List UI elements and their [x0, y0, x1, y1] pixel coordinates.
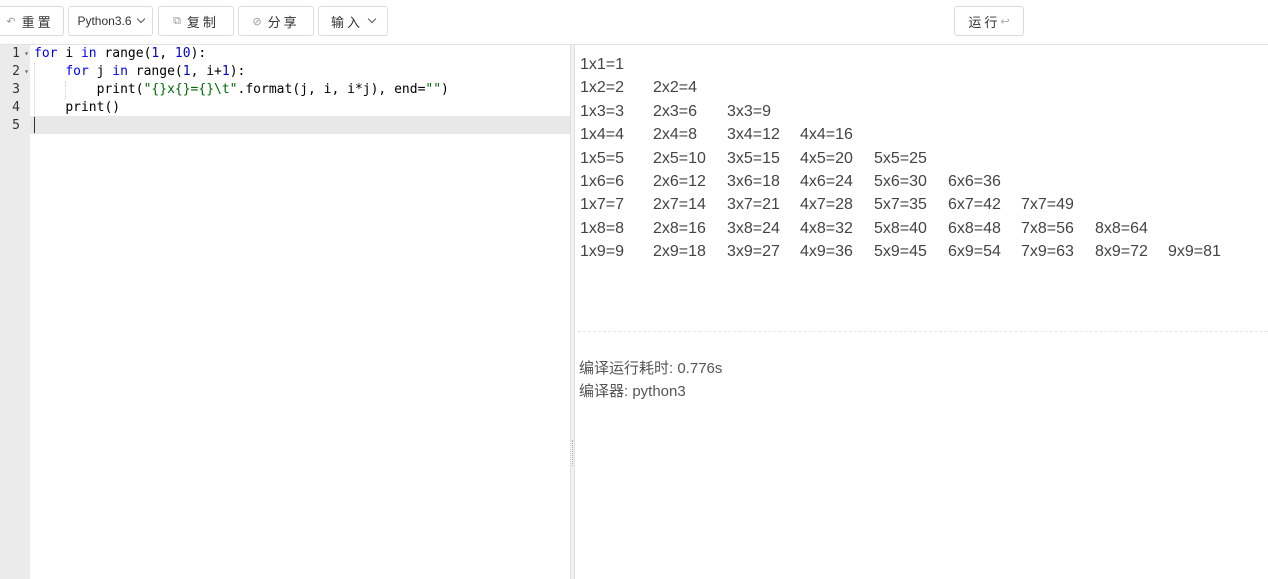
chevron-down-icon — [367, 14, 377, 24]
output-cell: 1x9=9 — [580, 243, 625, 261]
pane-splitter[interactable] — [570, 45, 575, 579]
output-cell: 6x6=36 — [948, 173, 1001, 190]
output-cell: 4x4=16 — [800, 126, 853, 144]
input-button[interactable]: 输入 — [318, 6, 388, 36]
output-cell: 2x6=12 — [653, 173, 706, 190]
output-cell: 3x4=12 — [727, 126, 780, 144]
output-cell: 4x5=20 — [800, 149, 853, 167]
output-line: 1x1=1 — [580, 53, 1260, 76]
output-cell: 3x6=18 — [727, 173, 780, 190]
copy-button[interactable]: ⧉ 复制 — [158, 6, 234, 36]
output-cell: 4x7=28 — [800, 196, 853, 214]
copy-icon: ⧉ — [173, 14, 181, 27]
line-number: 1 ▾ — [12, 45, 29, 63]
language-select[interactable]: Python3.6 — [68, 6, 153, 36]
code-line[interactable] — [34, 117, 570, 135]
undo-icon: ↶ — [6, 15, 16, 28]
line-number-gutter: 1 ▾ 2 ▾ 3 4 5 — [0, 45, 30, 579]
return-arrow-icon: ↩ — [1000, 15, 1010, 28]
output-cell: 2x8=16 — [653, 219, 706, 237]
splitter-grip-icon[interactable] — [572, 440, 575, 466]
output-cell: 2x2=4 — [653, 79, 698, 97]
output-line: 1x2=2 2x2=4 — [580, 76, 1260, 99]
output-line: 1x7=7 2x7=14 3x7=21 4x7=28 5x7=35 6x7=42 7x7=4… — [580, 193, 1260, 216]
compiler-info: 编译器: python3 — [579, 383, 686, 400]
output-cell: 3x5=15 — [727, 149, 780, 167]
output-line: 1x4=4 2x4=8 3x4=12 4x4=16 — [580, 123, 1260, 146]
output-cell: 3x7=21 — [727, 196, 780, 214]
output-cell: 6x7=42 — [948, 196, 1001, 214]
output-divider — [578, 331, 1268, 332]
output-cell: 2x5=10 — [653, 149, 706, 167]
output-cell: 2x3=6 — [653, 102, 698, 120]
output-cell: 1x4=4 — [580, 126, 625, 144]
line-number: 3 — [12, 82, 20, 97]
output-cell: 4x8=32 — [800, 219, 853, 237]
output-cell: 3x8=24 — [727, 219, 780, 237]
elapsed-time: 编译运行耗时: 0.776s — [579, 360, 723, 377]
output-cell: 2x4=8 — [653, 126, 698, 144]
output-line: 1x6=6 2x6=12 3x6=18 4x6=24 5x6=30 6x6=36 — [580, 170, 1260, 193]
code-line[interactable]: print("{}x{}={}\t".format(j, i, i*j), en… — [34, 81, 570, 99]
line-number: 2 ▾ — [12, 63, 29, 81]
output-cell: 4x6=24 — [800, 173, 853, 190]
output-cell: 1x5=5 — [580, 149, 625, 167]
output-cell: 5x8=40 — [874, 219, 927, 237]
output-cell: 1x3=3 — [580, 102, 625, 120]
output-cell: 5x5=25 — [874, 149, 927, 167]
output-cell: 4x9=36 — [800, 243, 853, 261]
fold-arrow-icon[interactable]: ▾ — [24, 63, 29, 81]
language-select-value: Python3.6 — [77, 14, 132, 28]
line-number: 5 — [12, 118, 20, 133]
output-cell: 7x7=49 — [1021, 196, 1074, 214]
output-cell: 9x9=81 — [1168, 243, 1221, 261]
output-cell: 1x1=1 — [580, 56, 625, 73]
output-cell: 1x2=2 — [580, 79, 625, 97]
code-line[interactable]: for j in range(1, i+1): — [34, 63, 570, 81]
output-line: 1x5=5 2x5=10 3x5=15 4x5=20 5x5=25 — [580, 147, 1260, 170]
text-cursor — [34, 117, 35, 133]
output-line: 1x8=8 2x8=16 3x8=24 4x8=32 5x8=40 6x8=48 7x8=5… — [580, 217, 1260, 240]
output-panel: 1x1=1 1x2=2 2x2=4 1x3=3 2x3=6 3x3=9 1x4=4 2x4=8… — [576, 45, 1268, 579]
share-button[interactable]: ⊘ 分享 — [238, 6, 314, 36]
code-line[interactable]: for i in range(1, 10): — [34, 45, 570, 63]
code-line[interactable]: print() — [34, 99, 570, 117]
output-cell: 2x9=18 — [653, 243, 706, 261]
output-cell: 3x3=9 — [727, 102, 772, 120]
output-cell: 2x7=14 — [653, 196, 706, 214]
output-cell: 5x6=30 — [874, 173, 927, 190]
run-button[interactable]: 运行 ↩ — [954, 6, 1024, 36]
output-cell: 1x7=7 — [580, 196, 625, 214]
chevron-down-icon — [136, 14, 145, 24]
output-cell: 5x9=45 — [874, 243, 927, 261]
link-icon: ⊘ — [252, 15, 262, 28]
output-cell: 6x8=48 — [948, 219, 1001, 237]
toolbar: ↶ 重置 Python3.6 ⧉ 复制 ⊘ 分享 输入 运行 ↩ — [0, 0, 1268, 45]
fold-arrow-icon[interactable]: ▾ — [24, 45, 29, 63]
output-cell: 8x9=72 — [1095, 243, 1148, 261]
output-cell: 7x8=56 — [1021, 219, 1074, 237]
output-cell: 7x9=63 — [1021, 243, 1074, 261]
output-cell: 6x9=54 — [948, 243, 1001, 261]
output-cell: 1x8=8 — [580, 219, 625, 237]
output-cell: 1x6=6 — [580, 173, 625, 190]
output-line: 1x3=3 2x3=6 3x3=9 — [580, 100, 1260, 123]
code-editor[interactable]: 1 ▾ 2 ▾ 3 4 5 for i in range(1, 10): for j… — [0, 45, 570, 579]
output-cell: 8x8=64 — [1095, 219, 1148, 237]
line-number: 4 — [12, 100, 20, 115]
output-line: 1x9=9 2x9=18 3x9=27 4x9=36 5x9=45 6x9=54 7x9=6… — [580, 240, 1260, 263]
reset-button[interactable]: ↶ 重置 — [0, 6, 64, 36]
output-cell: 5x7=35 — [874, 196, 927, 214]
output-cell: 3x9=27 — [727, 243, 780, 261]
